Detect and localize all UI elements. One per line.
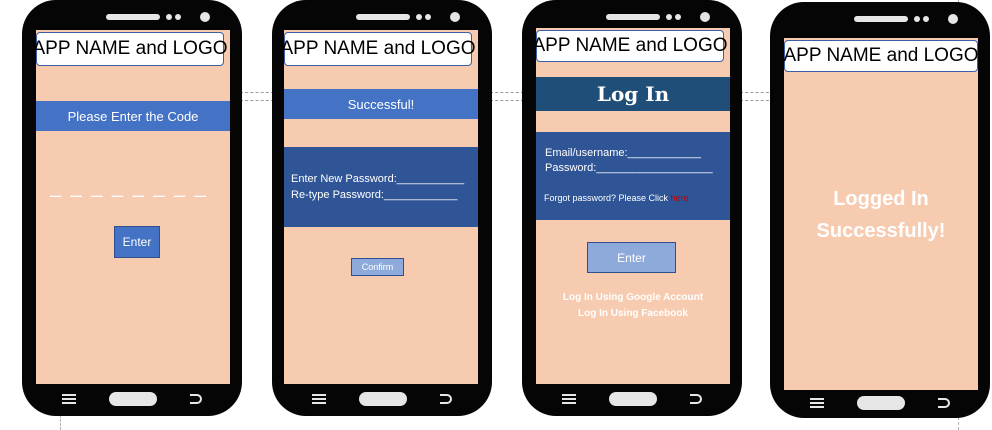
front-camera xyxy=(450,12,460,22)
login-panel xyxy=(536,132,730,220)
password-panel xyxy=(284,147,478,227)
nav-bar xyxy=(810,396,950,410)
guide-line xyxy=(60,415,61,430)
password-field[interactable]: Password:___________________ xyxy=(545,162,713,174)
screen-login: APP NAME and LOGO Log In Email/username:… xyxy=(536,28,730,384)
email-field[interactable]: Email/username:____________ xyxy=(545,147,701,159)
confirm-button[interactable]: Confirm xyxy=(351,258,404,276)
sensor-dot xyxy=(666,14,672,20)
speaker-grille xyxy=(854,16,908,22)
back-icon[interactable] xyxy=(190,394,202,404)
connector-line xyxy=(240,100,274,101)
retype-password-field[interactable]: Re-type Password:____________ xyxy=(291,189,457,201)
logged-in-message-line1: Logged In xyxy=(833,188,929,210)
menu-icon[interactable] xyxy=(810,398,824,408)
code-input[interactable]: _ _ _ _ _ _ _ _ xyxy=(50,176,208,199)
facebook-login-link[interactable]: Log In Using Facebook xyxy=(536,308,730,319)
phone-logged-in: APP NAME and LOGO Logged In Successfully… xyxy=(770,2,990,418)
app-title: APP NAME and LOGO xyxy=(784,40,978,72)
home-button[interactable] xyxy=(359,392,407,406)
sensor-dot xyxy=(175,14,181,20)
connector-line xyxy=(490,100,524,101)
home-button[interactable] xyxy=(609,392,657,406)
screen-code-entry: APP NAME and LOGO Please Enter the Code … xyxy=(36,30,230,384)
sensor-dot xyxy=(166,14,172,20)
sensor-dot xyxy=(923,16,929,22)
sensor-dot xyxy=(425,14,431,20)
app-title: APP NAME and LOGO xyxy=(36,32,228,66)
back-icon[interactable] xyxy=(690,394,702,404)
screen-reset-password: APP NAME and LOGO Successful! Enter New … xyxy=(284,30,478,384)
google-login-link[interactable]: Log In Using Google Account xyxy=(536,292,730,303)
phone-login: APP NAME and LOGO Log In Email/username:… xyxy=(522,0,742,416)
home-button[interactable] xyxy=(857,396,905,410)
connector-line xyxy=(740,100,774,101)
back-icon[interactable] xyxy=(440,394,452,404)
new-password-field[interactable]: Enter New Password:___________ xyxy=(291,173,464,185)
nav-bar xyxy=(562,392,702,406)
login-header: Log In xyxy=(536,77,730,111)
front-camera xyxy=(700,12,710,22)
connector-line xyxy=(740,92,774,93)
sensor-dot xyxy=(675,14,681,20)
logged-in-message-line2: Successfully! xyxy=(816,220,946,242)
speaker-grille xyxy=(106,14,160,20)
code-banner: Please Enter the Code xyxy=(36,101,230,131)
home-button[interactable] xyxy=(109,392,157,406)
sensor-dot xyxy=(416,14,422,20)
sensor-dot xyxy=(914,16,920,22)
connector-line xyxy=(490,92,524,93)
nav-bar xyxy=(62,392,202,406)
success-banner: Successful! xyxy=(284,89,478,119)
forgot-password-text: Forgot password? Please Click here xyxy=(544,193,689,203)
enter-button[interactable]: Enter xyxy=(587,242,676,273)
front-camera xyxy=(200,12,210,22)
app-title: APP NAME and LOGO xyxy=(536,30,728,62)
forgot-password-label: Forgot password? Please Click xyxy=(544,193,669,203)
forgot-password-link[interactable]: here xyxy=(671,193,689,203)
menu-icon[interactable] xyxy=(562,394,576,404)
enter-button[interactable]: Enter xyxy=(114,226,160,258)
screen-logged-in: APP NAME and LOGO Logged In Successfully… xyxy=(784,38,978,390)
phone-code-entry: APP NAME and LOGO Please Enter the Code … xyxy=(22,0,242,416)
speaker-grille xyxy=(606,14,660,20)
connector-line xyxy=(240,92,274,93)
back-icon[interactable] xyxy=(938,398,950,408)
app-title: APP NAME and LOGO xyxy=(284,32,476,66)
nav-bar xyxy=(312,392,452,406)
phone-reset-password: APP NAME and LOGO Successful! Enter New … xyxy=(272,0,492,416)
menu-icon[interactable] xyxy=(62,394,76,404)
menu-icon[interactable] xyxy=(312,394,326,404)
speaker-grille xyxy=(356,14,410,20)
front-camera xyxy=(948,14,958,24)
